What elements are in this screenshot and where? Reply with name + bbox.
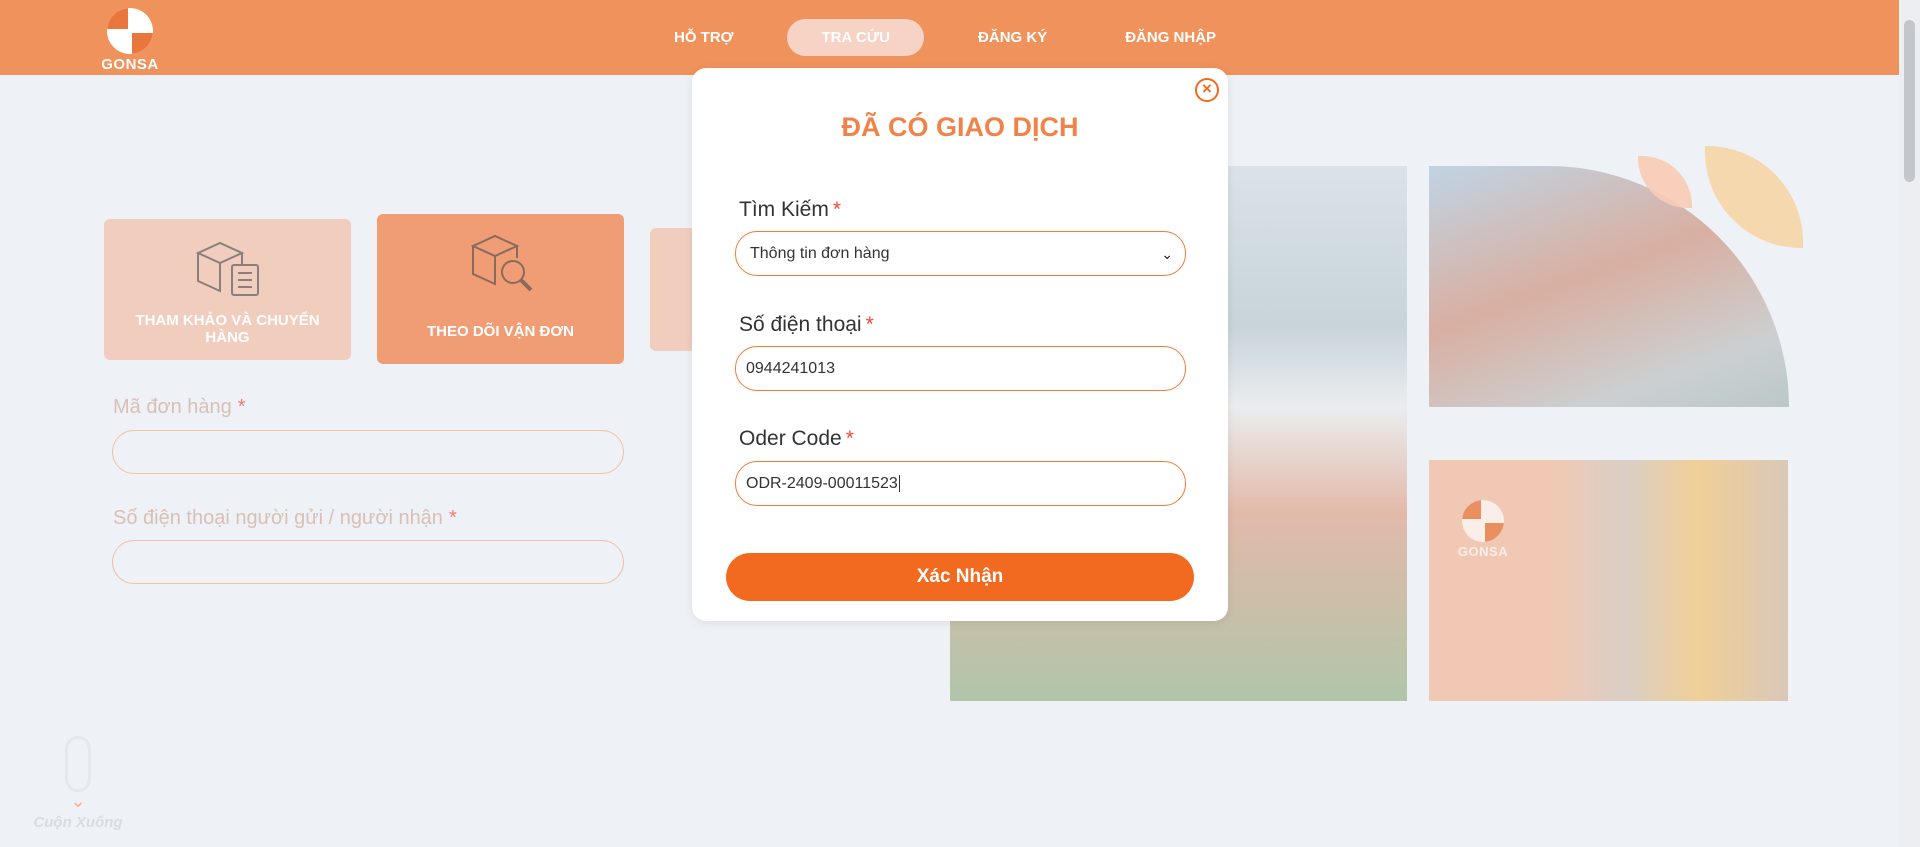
required-mark: * bbox=[845, 427, 854, 450]
order-code-modal-input[interactable]: ODR-2409-00011523 bbox=[735, 461, 1186, 506]
package-search-icon bbox=[470, 234, 532, 292]
phone-input[interactable]: 0944241013 bbox=[735, 346, 1186, 391]
order-code-modal-value: ODR-2409-00011523 bbox=[746, 474, 898, 492]
search-type-select[interactable]: Thông tin đơn hàng ⌄ bbox=[735, 231, 1186, 276]
required-mark: * bbox=[832, 198, 842, 221]
search-type-label-text: Tìm Kiếm bbox=[739, 198, 829, 221]
required-mark: * bbox=[865, 313, 874, 336]
sender-receiver-phone-label: Số điện thoại người gửi / người nhận * bbox=[113, 507, 457, 530]
order-code-input[interactable] bbox=[112, 430, 624, 474]
top-header: GONSA HỖ TRỢ TRA CỨU ĐĂNG KÝ ĐĂNG NHẬP bbox=[0, 0, 1920, 75]
order-code-label: Mã đơn hàng * bbox=[113, 396, 246, 419]
card-label: THAM KHẢO VÀ CHUYỂN HÀNG bbox=[135, 312, 320, 346]
card-label: THEO DÕI VẬN ĐƠN bbox=[427, 323, 574, 340]
page-scrollbar[interactable] bbox=[1899, 0, 1920, 847]
sender-receiver-phone-label-text: Số điện thoại người gửi / người nhận bbox=[113, 507, 443, 529]
nav-dang-nhap[interactable]: ĐĂNG NHẬP bbox=[1101, 19, 1240, 56]
logo-text: GONSA bbox=[101, 56, 159, 73]
phone-input-value: 0944241013 bbox=[746, 359, 835, 377]
phone-label: Số điện thoại * bbox=[739, 313, 874, 337]
package-checklist-icon bbox=[195, 241, 259, 296]
scroll-hint-text: Cuộn Xuống bbox=[33, 814, 123, 831]
gonsa-logo-icon bbox=[1462, 500, 1504, 542]
photo-logo-text: GONSA bbox=[1457, 544, 1509, 559]
nav-ho-tro[interactable]: HỖ TRỢ bbox=[650, 19, 757, 56]
mouse-icon bbox=[65, 736, 91, 792]
search-type-label: Tìm Kiếm * bbox=[739, 198, 841, 222]
search-type-value: Thông tin đơn hàng bbox=[750, 244, 890, 262]
scrollbar-thumb[interactable] bbox=[1904, 20, 1915, 182]
required-mark: * bbox=[237, 396, 246, 418]
main-nav: HỖ TRỢ TRA CỨU ĐĂNG KÝ ĐĂNG NHẬP bbox=[650, 19, 1270, 56]
confirm-button[interactable]: Xác Nhận bbox=[726, 553, 1194, 601]
required-mark: * bbox=[448, 507, 457, 529]
text-caret bbox=[898, 475, 900, 492]
gonsa-logo-icon bbox=[107, 8, 153, 54]
staff-photo bbox=[1429, 460, 1788, 701]
card-theo-doi-van-don[interactable]: THEO DÕI VẬN ĐƠN bbox=[377, 214, 624, 364]
transaction-modal: × ĐÃ CÓ GIAO DỊCH Tìm Kiếm * Thông tin đơ… bbox=[692, 68, 1228, 621]
decorative-leaf bbox=[1705, 146, 1803, 248]
photo-gonsa-logo: GONSA bbox=[1452, 500, 1514, 570]
close-icon[interactable]: × bbox=[1195, 78, 1219, 102]
nav-dang-ky[interactable]: ĐĂNG KÝ bbox=[954, 19, 1071, 56]
chevron-down-icon: ⌄ bbox=[1161, 245, 1173, 262]
order-code-modal-label-text: Oder Code bbox=[739, 427, 842, 450]
modal-title: ĐÃ CÓ GIAO DỊCH bbox=[841, 112, 1079, 142]
sender-receiver-phone-input[interactable] bbox=[112, 540, 624, 584]
order-code-modal-label: Oder Code * bbox=[739, 427, 854, 451]
scroll-down-hint[interactable]: ⌄ Cuộn Xuống bbox=[28, 736, 128, 831]
order-code-label-text: Mã đơn hàng bbox=[113, 396, 232, 418]
nav-tra-cuu[interactable]: TRA CỨU bbox=[787, 19, 925, 56]
phone-label-text: Số điện thoại bbox=[739, 313, 862, 336]
gonsa-logo[interactable]: GONSA bbox=[100, 8, 160, 73]
card-tham-khao[interactable]: THAM KHẢO VÀ CHUYỂN HÀNG bbox=[104, 219, 351, 360]
chevron-down-icon: ⌄ bbox=[70, 791, 86, 811]
